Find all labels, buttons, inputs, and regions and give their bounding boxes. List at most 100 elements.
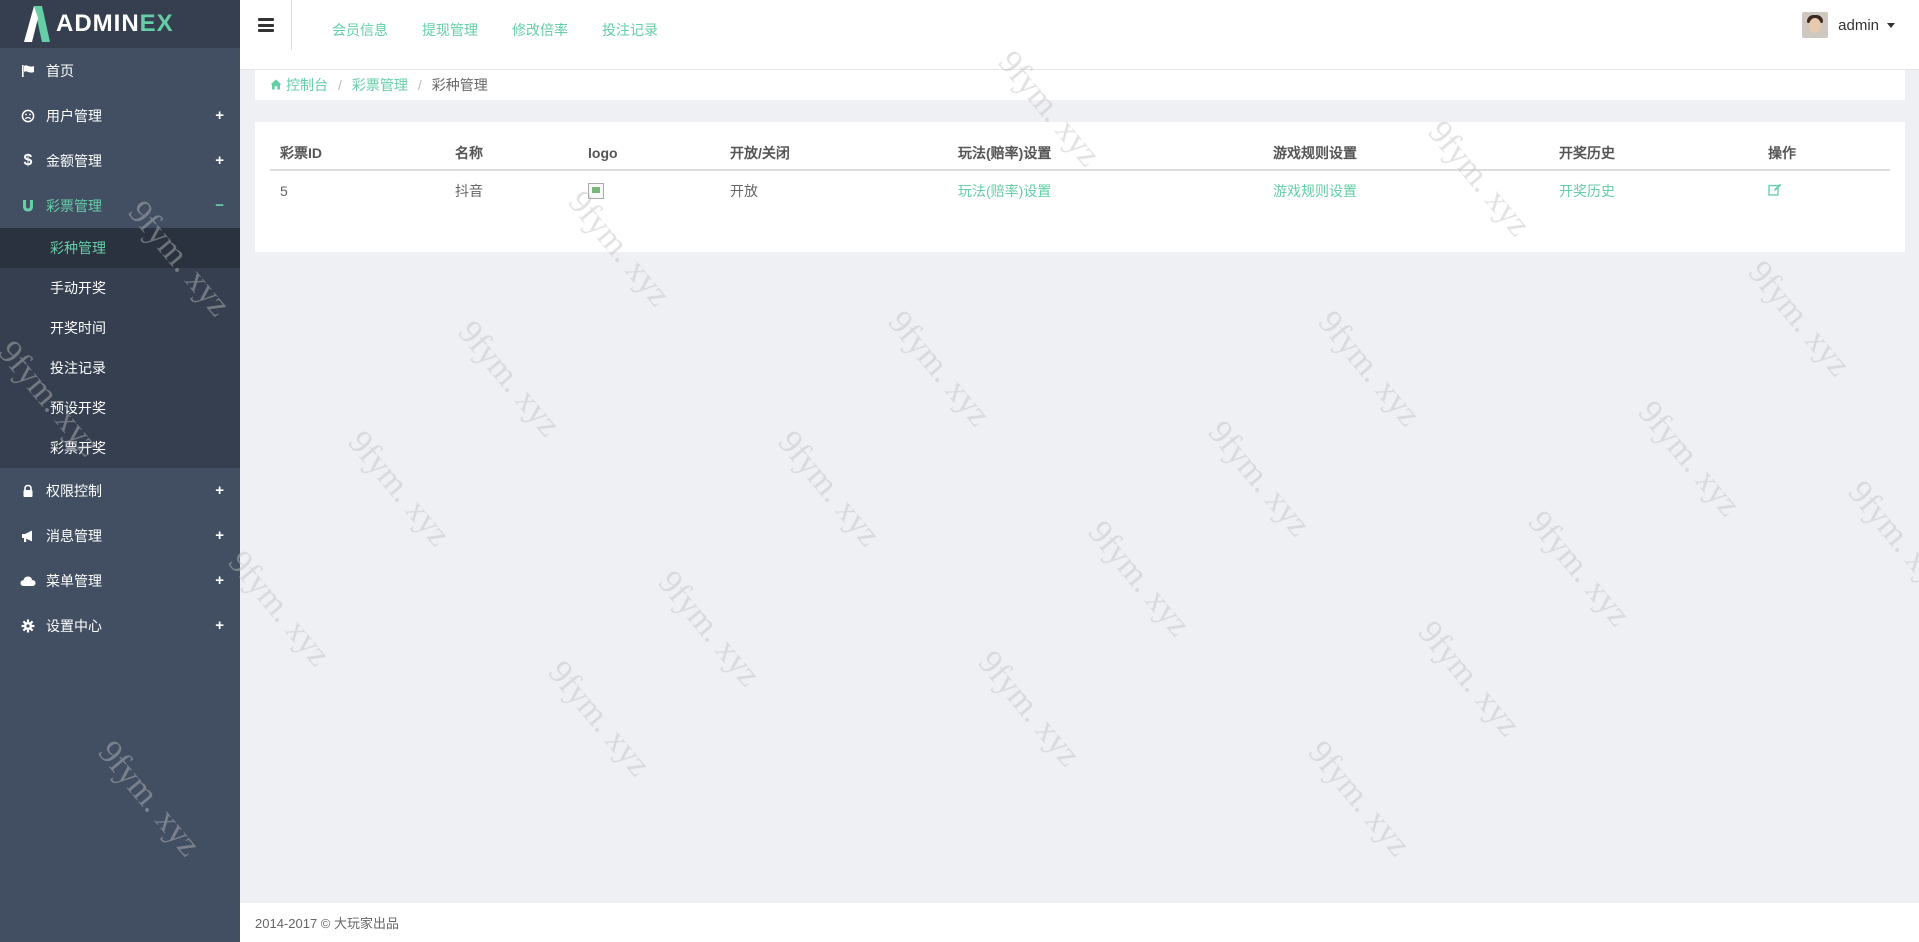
col-header-status: 开放/关闭 — [720, 136, 948, 171]
breadcrumb-current: 彩种管理 — [431, 77, 488, 93]
cell-name: 抖音 — [455, 182, 483, 199]
sidebar-item-settings[interactable]: 设置中心 + — [0, 603, 240, 648]
expand-icon: + — [215, 527, 224, 544]
lock-icon — [20, 483, 36, 499]
caret-down-icon — [1887, 22, 1895, 28]
sidebar-item-label: 金额管理 — [46, 152, 102, 169]
rules-settings-link[interactable]: 游戏规则设置 — [1273, 183, 1357, 199]
top-link-odds[interactable]: 修改倍率 — [512, 20, 568, 40]
sidebar-nav-lower: 权限控制 + 消息管理 + 菜单管理 + 设置中心 + — [0, 468, 240, 648]
top-link-member-info[interactable]: 会员信息 — [332, 20, 388, 40]
edit-icon[interactable] — [1768, 183, 1782, 199]
watermark: 9fym. xyz — [1080, 513, 1198, 644]
submenu-item-bet-records[interactable]: 投注记录 — [0, 348, 240, 388]
sidebar-item-label: 消息管理 — [46, 527, 102, 544]
watermark: 9fym. xyz — [1300, 733, 1418, 864]
collapse-icon: − — [215, 197, 224, 214]
broken-image-icon — [588, 183, 604, 200]
col-header-name: 名称 — [445, 136, 578, 171]
footer: 2014-2017 © 大玩家出品 — [240, 903, 1919, 942]
top-link-withdraw[interactable]: 提现管理 — [422, 20, 478, 40]
cell-odds: 玩法(赔率)设置 — [948, 170, 1263, 210]
cloud-icon — [20, 573, 36, 589]
col-header-odds: 玩法(赔率)设置 — [948, 136, 1263, 171]
sidebar-item-label: 首页 — [46, 62, 74, 79]
lottery-table-panel: 彩票ID 名称 logo 开放/关闭 玩法(赔率)设置 游戏规则设置 开奖历史 … — [255, 122, 1905, 252]
sidebar-item-label: 用户管理 — [46, 107, 102, 124]
submenu-item-lottery-draw[interactable]: 彩票开奖 — [0, 428, 240, 468]
top-link-bet-records[interactable]: 投注记录 — [602, 20, 658, 40]
watermark: 9fym. xyz — [1630, 393, 1748, 524]
watermark: 9fym. xyz — [1840, 473, 1919, 604]
sidebar-item-permissions[interactable]: 权限控制 + — [0, 468, 240, 513]
cell-id: 5 — [280, 182, 288, 199]
username: admin — [1838, 16, 1879, 34]
col-header-id: 彩票ID — [270, 136, 445, 171]
watermark: 9fym. xyz — [1310, 303, 1428, 434]
draw-history-link[interactable]: 开奖历史 — [1559, 183, 1615, 199]
sidebar-item-label: 设置中心 — [46, 617, 102, 634]
col-header-history: 开奖历史 — [1549, 136, 1758, 171]
sidebar-item-users[interactable]: 用户管理 + — [0, 93, 240, 138]
bullhorn-icon — [20, 528, 36, 544]
magnet-icon — [20, 198, 36, 214]
expand-icon: + — [215, 107, 224, 124]
avatar — [1802, 12, 1829, 38]
submenu-item-lottery-types[interactable]: 彩种管理 — [0, 228, 240, 268]
watermark: 9fym. xyz — [1740, 253, 1858, 384]
breadcrumb-separator: / — [417, 77, 422, 93]
cell-logo — [578, 170, 720, 210]
watermark: 9fym. xyz — [880, 303, 998, 434]
watermark: 9fym. xyz — [650, 563, 768, 694]
watermark: 9fym. xyz — [1200, 413, 1318, 544]
sidebar-item-messages[interactable]: 消息管理 + — [0, 513, 240, 558]
dollar-icon: $ — [23, 151, 33, 169]
expand-icon: + — [215, 152, 224, 169]
col-header-actions: 操作 — [1758, 136, 1890, 171]
sidebar-item-home[interactable]: 首页 — [0, 48, 240, 93]
sidebar-nav: 首页 用户管理 + $ 金额管理 + 彩票管理 − — [0, 48, 240, 228]
logo-mark-icon — [24, 6, 50, 42]
hamburger-icon — [257, 18, 274, 32]
watermark: 9fym. xyz — [770, 423, 888, 554]
sidebar-item-menus[interactable]: 菜单管理 + — [0, 558, 240, 603]
watermark: 9fym. xyz — [1410, 613, 1528, 744]
watermark: 9fym. xyz — [450, 313, 568, 444]
submenu-item-draw-time[interactable]: 开奖时间 — [0, 308, 240, 348]
footer-copyright: 2014-2017 © 大玩家出品 — [255, 916, 399, 931]
breadcrumb-home[interactable]: 控制台 — [286, 75, 328, 95]
expand-icon: + — [215, 617, 224, 634]
top-header: 会员信息 提现管理 修改倍率 投注记录 admin — [240, 0, 1919, 70]
breadcrumb-parent[interactable]: 彩票管理 — [352, 75, 408, 95]
sidebar-item-label: 权限控制 — [46, 482, 102, 499]
sidebar-item-label: 彩票管理 — [46, 197, 102, 214]
cell-actions — [1758, 170, 1890, 210]
col-header-logo: logo — [578, 136, 720, 171]
smile-icon — [20, 108, 36, 124]
watermark: 9fym. xyz — [340, 423, 458, 554]
sidebar: ADMINEX 首页 用户管理 + $ 金额管理 + 彩票管理 − 彩种管理 手… — [0, 0, 240, 942]
sidebar-item-lottery[interactable]: 彩票管理 − — [0, 183, 240, 228]
sidebar-item-finance[interactable]: $ 金额管理 + — [0, 138, 240, 183]
sidebar-submenu-lottery: 彩种管理 手动开奖 开奖时间 投注记录 预设开奖 彩票开奖 — [0, 228, 240, 468]
sidebar-item-label: 菜单管理 — [46, 572, 102, 589]
watermark: 9fym. xyz — [540, 653, 658, 784]
expand-icon: + — [215, 482, 224, 499]
cell-rules: 游戏规则设置 — [1263, 170, 1549, 210]
watermark: 9fym. xyz — [1520, 503, 1638, 634]
col-header-rules: 游戏规则设置 — [1263, 136, 1549, 171]
logo[interactable]: ADMINEX — [0, 0, 240, 48]
gear-icon — [20, 618, 36, 634]
flag-icon — [20, 63, 36, 79]
cell-status: 开放 — [730, 182, 758, 199]
breadcrumb-separator: / — [338, 77, 342, 93]
home-icon — [270, 77, 282, 93]
sidebar-toggle-button[interactable] — [240, 0, 292, 50]
user-menu[interactable]: admin — [1802, 12, 1895, 38]
watermark: 9fym. xyz — [970, 643, 1088, 774]
submenu-item-manual-draw[interactable]: 手动开奖 — [0, 268, 240, 308]
breadcrumb: 控制台 / 彩票管理 / 彩种管理 — [255, 70, 1905, 100]
odds-settings-link[interactable]: 玩法(赔率)设置 — [958, 183, 1051, 199]
cell-history: 开奖历史 — [1549, 170, 1758, 210]
submenu-item-preset-draw[interactable]: 预设开奖 — [0, 388, 240, 428]
